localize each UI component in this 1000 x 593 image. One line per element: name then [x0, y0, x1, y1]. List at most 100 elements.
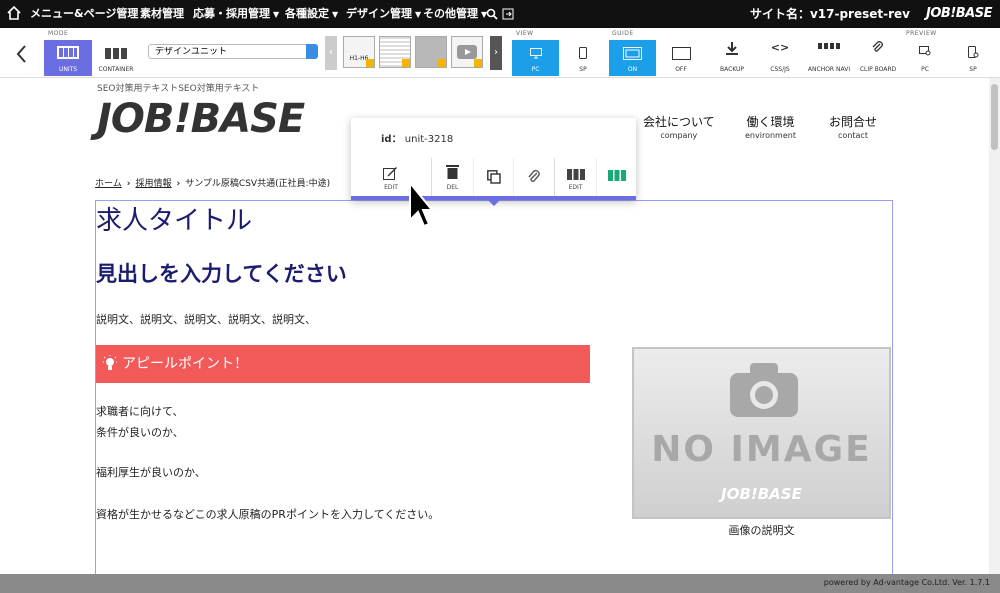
unit-id-row: id： unit-3218 [381, 130, 453, 145]
nav-environment[interactable]: 働く環境 environment [745, 113, 796, 140]
preview-sp-label: SP [969, 66, 977, 73]
guide-section-label: GUIDE [612, 30, 634, 37]
container-mode-button[interactable]: CONTAINER [94, 40, 138, 76]
anchor-navi-button[interactable]: ANCHOR NAVI [804, 40, 854, 76]
trash-icon [446, 165, 459, 179]
nav-contact[interactable]: お問合せ contact [829, 113, 877, 140]
heading[interactable]: 見出しを入力してください [96, 258, 347, 288]
menu-label: メニュー&ページ管理 [30, 7, 139, 20]
menu-other[interactable]: その他管理 ▼ [423, 0, 487, 28]
footer-credit: powered by Ad-vantage Co.Ltd. Ver. 1.7.1 [823, 578, 990, 587]
popup-container-edit-button[interactable]: EDIT [554, 158, 596, 196]
no-image-placeholder[interactable]: NO IMAGE JOB!BASE [632, 347, 891, 519]
description-text[interactable]: 説明文、説明文、説明文、説明文、説明文、 [96, 311, 316, 327]
view-sp-label: SP [579, 66, 587, 73]
copy-icon [487, 170, 501, 184]
play-icon [457, 45, 477, 59]
menu-label: 素材管理 [140, 7, 184, 20]
star-badge [366, 59, 374, 67]
body-line-4: 資格が生かせるなどこの求人原稿のPRポイントを入力してください。 [96, 508, 440, 521]
container-icon [567, 169, 585, 180]
star-badge [402, 59, 410, 67]
breadcrumb-recruit[interactable]: 採用情報 [135, 179, 171, 189]
preview-sp-icon [968, 46, 979, 58]
popup-clipboard-button[interactable] [513, 158, 553, 196]
view-pc-button[interactable]: PC [512, 40, 559, 76]
preview-sp-button[interactable]: SP [950, 40, 996, 76]
menu-settings[interactable]: 各種設定 ▼ [285, 0, 338, 28]
nav-sublabel: company [660, 131, 698, 140]
preview-pc-label: PC [921, 66, 929, 73]
unit-edit-popup: id： unit-3218 EDIT DEL EDIT [351, 118, 636, 206]
appeal-point-bar[interactable]: アピールポイント！ [96, 345, 590, 383]
unit-thumb-text[interactable] [379, 36, 411, 68]
scrollbar-thumb[interactable] [991, 84, 998, 150]
preview-pc-button[interactable]: PC [902, 40, 948, 76]
appeal-text: アピールポイント！ [122, 356, 248, 372]
view-pc-label: PC [531, 66, 540, 73]
unit-thumb-headings[interactable]: H1-H6 [343, 36, 375, 68]
home-icon[interactable] [6, 5, 22, 21]
backup-button[interactable]: BACKUP [708, 40, 756, 76]
smartphone-icon [579, 47, 587, 59]
view-section-label: VIEW [516, 30, 534, 37]
nav-label: 働く環境 [746, 115, 795, 129]
back-arrow-icon[interactable] [12, 42, 32, 66]
star-badge [438, 59, 446, 67]
no-image-brand: JOB!BASE [721, 485, 802, 503]
menu-applications[interactable]: 応募・採用管理 ▼ [193, 0, 279, 28]
unit-type-select[interactable]: デザインユニット [148, 44, 318, 59]
body-line-2: 条件が良いのか、 [96, 426, 184, 439]
monitor-icon [530, 48, 542, 59]
thumbs-next-button[interactable]: › [490, 36, 502, 70]
anchor-navi-label: ANCHOR NAVI [807, 66, 851, 73]
mouse-cursor-icon [409, 182, 433, 228]
delete-label: DEL [446, 184, 459, 191]
guide-off-label: OFF [675, 66, 687, 73]
edit-label: EDIT [568, 184, 583, 191]
css-js-button[interactable]: <> CSS/JS [756, 40, 804, 76]
menu-label: その他管理 [423, 7, 478, 20]
image-caption[interactable]: 画像の説明文 [632, 522, 891, 538]
container-label: CONTAINER [98, 66, 134, 73]
menu-label: デザイン管理 [346, 7, 412, 20]
clipboard-button[interactable]: CLIP BOARD [856, 40, 900, 76]
unit-id-value: unit-3218 [404, 134, 454, 145]
search-icon[interactable] [486, 8, 498, 20]
site-logo[interactable]: JOB!BASE [97, 96, 305, 142]
guide-off-button[interactable]: OFF [658, 40, 704, 76]
guide-on-label: ON [627, 66, 638, 73]
preview-pc-icon [919, 46, 931, 56]
unit-thumb-video[interactable] [451, 36, 483, 68]
popup-copy-button[interactable] [473, 158, 513, 196]
nav-sublabel: contact [838, 131, 868, 140]
job-title[interactable]: 求人タイトル [96, 200, 252, 237]
popup-pointer [488, 200, 500, 206]
menu-design[interactable]: デザイン管理 ▼ [346, 0, 421, 28]
menu-label: 各種設定 [285, 7, 329, 20]
backup-label: BACKUP [719, 66, 745, 73]
camera-icon [730, 363, 798, 417]
scrollbar[interactable] [989, 78, 1000, 574]
nav-sublabel: environment [745, 131, 796, 140]
view-sp-button[interactable]: SP [560, 40, 606, 76]
guide-on-icon [623, 47, 642, 60]
chevron-right-icon: › [176, 179, 181, 189]
thumbs-prev-button[interactable]: ‹ [325, 36, 337, 70]
columns-icon [608, 170, 626, 181]
code-icon: <> [770, 41, 790, 54]
site-name: サイト名：v17-preset-rev [749, 7, 910, 21]
popup-columns-button[interactable] [596, 158, 636, 196]
units-mode-button[interactable]: UNITS [44, 40, 92, 76]
unit-thumb-image[interactable] [415, 36, 447, 68]
nav-company[interactable]: 会社について company [643, 113, 715, 140]
guide-on-button[interactable]: ON [609, 40, 656, 76]
menu-materials[interactable]: 素材管理 [140, 0, 184, 28]
popup-delete-button[interactable]: DEL [431, 158, 473, 196]
menu-page-management[interactable]: メニュー&ページ管理 [30, 0, 138, 28]
breadcrumb: ホーム › 採用情報 › サンプル原稿CSV共通(正社員:中途) [95, 176, 330, 189]
container-icon [105, 48, 127, 59]
caret-down-icon: ▼ [415, 10, 422, 19]
breadcrumb-home[interactable]: ホーム [95, 179, 122, 189]
logout-icon[interactable] [502, 8, 514, 20]
